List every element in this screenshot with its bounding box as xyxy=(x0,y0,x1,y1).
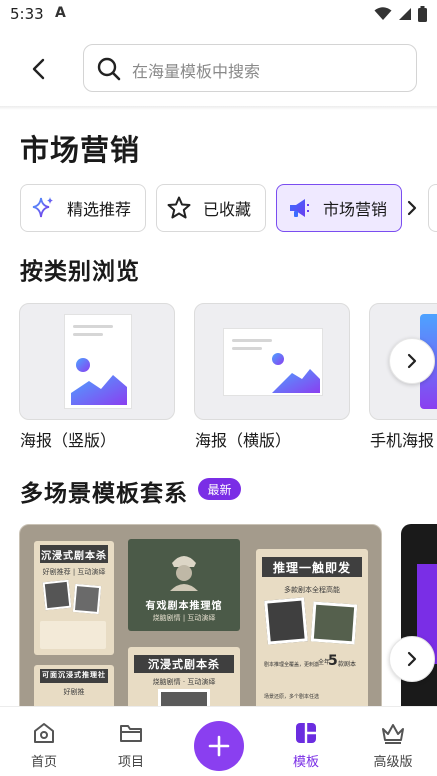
poster-thumbnail: 推理一触即发 多款剧本全程高能 5 全年 款剧本 剧本推理全覆盖，更刺激 场景还… xyxy=(256,549,368,713)
browse-section-title: 按类别浏览 xyxy=(20,259,140,285)
nav-label: 首页 xyxy=(30,755,57,770)
scene-template-card-partial[interactable] xyxy=(401,524,437,714)
chip-favorites[interactable]: 已收藏 xyxy=(156,184,267,232)
scenes-section-title: 多场景模板套系 xyxy=(20,481,188,507)
chip-label: 已收藏 xyxy=(203,200,252,219)
poster-item: 场景还原，多个剧本任选 xyxy=(264,694,320,700)
megaphone-icon xyxy=(285,194,313,222)
search-icon xyxy=(97,57,121,81)
back-arrow-icon[interactable] xyxy=(24,54,54,84)
new-badge: 最新 xyxy=(198,478,241,500)
poster-thumbnail: 有戏剧本推理馆 烧脑剧情 | 互动演绎 xyxy=(128,539,240,631)
header-divider xyxy=(0,106,437,110)
nav-home[interactable]: 首页 xyxy=(14,721,74,770)
poster-badge: 全年 xyxy=(318,659,331,666)
poster-title: 沉浸式剧本杀 xyxy=(148,658,220,671)
nav-premium[interactable]: 高级版 xyxy=(363,721,423,770)
app-screen: 5:33 A 在海量模板中搜索 市场营销 精选推荐 已收藏 市场营销 按类别浏览… xyxy=(0,0,437,776)
poster-subtitle: 好剧推荐 | 互动演绎 xyxy=(42,568,106,576)
create-button[interactable] xyxy=(194,721,244,771)
chip-label: 市场营销 xyxy=(323,200,388,219)
browse-next-button[interactable] xyxy=(389,338,435,384)
home-icon xyxy=(34,723,54,743)
poster-title: 推理一触即发 xyxy=(272,561,351,575)
filter-chips: 精选推荐 已收藏 市场营销 xyxy=(20,184,437,232)
status-time: 5:33 xyxy=(10,5,44,23)
poster-title: 有戏剧本推理馆 xyxy=(145,601,223,612)
poster-thumbnail: 沉浸式剧本杀 烧脑剧情 · 互动演绎 xyxy=(128,647,240,713)
search-placeholder: 在海量模板中搜索 xyxy=(132,62,261,81)
status-bar: 5:33 A xyxy=(0,0,437,30)
bottom-navigation: 首页 项目 模板 高级版 xyxy=(0,706,437,776)
poster-badge: 款剧本 xyxy=(338,661,357,668)
poster-item: 剧本推理全覆盖，更刺激 xyxy=(264,662,320,668)
poster-subtitle: 烧脑剧情 | 互动演绎 xyxy=(152,614,216,622)
portrait-doc-thumbnail xyxy=(64,314,132,409)
chip-featured[interactable]: 精选推荐 xyxy=(20,184,147,232)
crown-icon xyxy=(382,724,404,744)
poster-subtitle: 多款剧本全程高能 xyxy=(284,586,340,594)
chip-marketing[interactable]: 市场营销 xyxy=(276,184,403,232)
poster-subtitle: 好剧推 xyxy=(63,688,85,696)
category-label: 海报（横版） xyxy=(195,431,292,450)
search-input[interactable]: 在海量模板中搜索 xyxy=(83,44,417,92)
nav-label: 项目 xyxy=(117,755,144,770)
category-card-poster-portrait[interactable] xyxy=(19,303,175,420)
scenes-next-button[interactable] xyxy=(389,636,435,682)
nav-projects[interactable]: 项目 xyxy=(101,721,161,770)
category-label: 手机海报 xyxy=(370,431,435,450)
poster-title: 沉浸式剧本杀 xyxy=(41,551,107,562)
category-label: 海报（竖版） xyxy=(20,431,117,450)
nav-templates[interactable]: 模板 xyxy=(276,721,336,770)
star-outline-icon xyxy=(165,194,193,222)
folder-icon xyxy=(120,725,142,742)
poster-subtitle: 烧脑剧情 · 互动演绎 xyxy=(152,678,216,686)
chevron-right-icon xyxy=(407,651,417,667)
nav-label: 模板 xyxy=(292,755,319,770)
chip-partial[interactable] xyxy=(428,184,437,232)
sparkle-icon xyxy=(29,194,57,222)
nav-label: 高级版 xyxy=(373,755,413,770)
landscape-doc-thumbnail xyxy=(223,328,323,396)
search-header: 在海量模板中搜索 xyxy=(0,36,437,102)
battery-icon xyxy=(418,6,427,22)
chevron-right-icon xyxy=(407,353,417,369)
poster-thumbnail: 沉浸式剧本杀 好剧推荐 | 互动演绎 xyxy=(34,541,114,655)
plus-icon xyxy=(208,735,230,757)
page-title: 市场营销 xyxy=(20,133,141,167)
notification-a-icon: A xyxy=(55,5,66,21)
scene-template-card[interactable]: 沉浸式剧本杀 好剧推荐 | 互动演绎 有戏剧本推理馆 烧脑剧情 | 互动演绎 推… xyxy=(19,524,382,714)
chevron-right-icon[interactable] xyxy=(403,198,421,218)
chip-label: 精选推荐 xyxy=(67,200,132,219)
wifi-icon xyxy=(374,7,392,20)
signal-icon xyxy=(399,8,411,20)
template-icon xyxy=(296,723,316,743)
category-card-poster-landscape[interactable] xyxy=(194,303,350,420)
poster-title: 可面沉浸式推理社 xyxy=(42,671,106,679)
